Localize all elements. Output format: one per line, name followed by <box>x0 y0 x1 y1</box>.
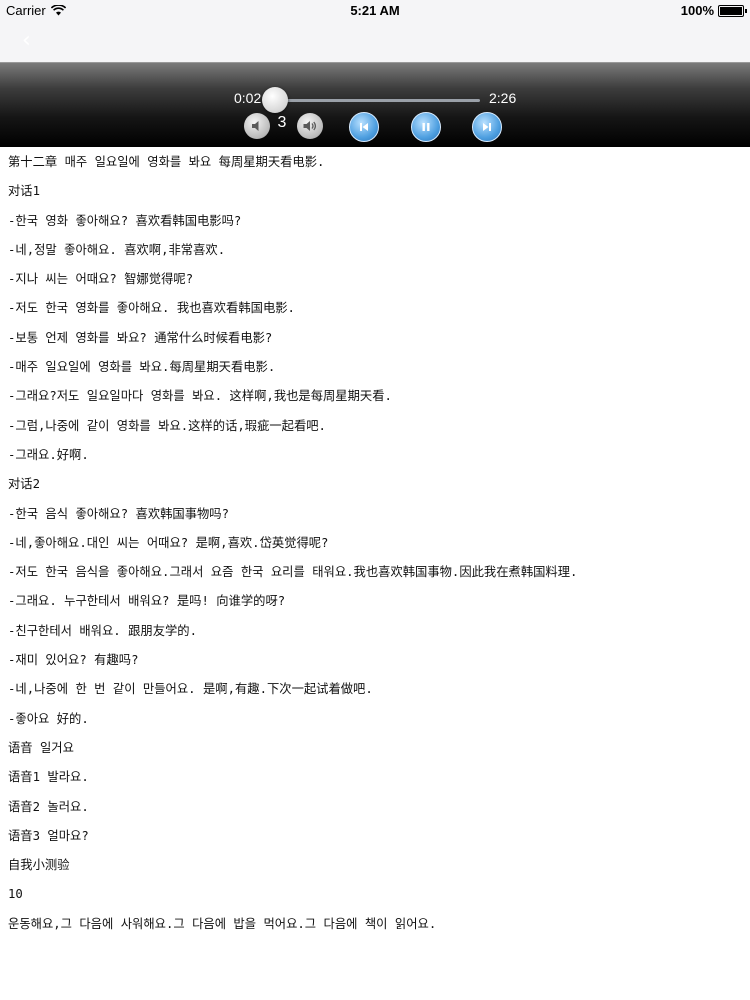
lesson-line: -네,나중에 한 번 같이 만들어요. 是啊,有趣.下次一起试着做吧. <box>8 682 373 697</box>
lesson-line: -친구한테서 배워요. 跟朋友学的. <box>8 623 198 638</box>
clock: 5:21 AM <box>350 3 400 18</box>
lesson-line: 운동해요,그 다음에 사워해요.그 다음에 밥을 먹어요.그 다음에 책이 읽어… <box>8 916 437 931</box>
elapsed-time: 0:02 <box>234 90 262 106</box>
pause-button[interactable] <box>411 112 441 142</box>
lesson-line: -지나 씨는 어때요? 智娜觉得呢? <box>8 272 194 287</box>
lesson-line: -매주 일요일에 영화를 봐요.每周星期天看电影. <box>8 360 276 375</box>
lesson-text: 第十二章 매주 일요일에 영화를 봐요 每周星期天看电影. 对话1 -한국 영화… <box>8 146 742 939</box>
back-button[interactable]: ‹ <box>22 28 31 53</box>
lesson-line: 语音1 발라요. <box>8 770 89 785</box>
navigation-bar: ‹ <box>0 22 750 62</box>
lesson-line: -네,좋아해요.대인 씨는 어때요? 是啊,喜欢.岱英觉得呢? <box>8 535 329 550</box>
battery-icon <box>718 4 747 17</box>
lesson-line: 语音2 놀러요. <box>8 799 89 814</box>
audio-player: 0:02 2:26 3 <box>0 62 750 147</box>
status-bar: Carrier 5:21 AM 100% <box>0 0 750 22</box>
volume-up-button[interactable] <box>297 113 323 139</box>
lesson-line: -저도 한국 영화를 좋아해요. 我也喜欢看韩国电影. <box>8 301 295 316</box>
battery-fill <box>720 6 742 15</box>
lesson-line: 自我小测验 <box>8 858 70 873</box>
lesson-line: -네,정말 좋아해요. 喜欢啊,非常喜欢. <box>8 242 226 257</box>
lesson-line: -재미 있어요? 有趣吗? <box>8 653 139 668</box>
volume-down-button[interactable] <box>244 113 270 139</box>
lesson-line: 语音3 얼마요? <box>8 828 89 843</box>
lesson-line: 第十二章 매주 일요일에 영화를 봐요 每周星期天看电影. <box>8 155 325 169</box>
skip-back-icon <box>360 123 368 131</box>
speaker-high-icon <box>303 121 317 131</box>
lesson-line: -한국 영화 좋아해요? 喜欢看韩国电影吗? <box>8 213 242 228</box>
battery-percentage: 100% <box>680 3 714 18</box>
pause-icon <box>422 123 430 131</box>
lesson-line: 对话1 <box>8 184 40 199</box>
lesson-line: -저도 한국 음식을 좋아해요.그래서 요즘 한국 요리를 태워요.我也喜欢韩国… <box>8 565 578 580</box>
lesson-line: 语音 일거요 <box>8 740 74 755</box>
lesson-line: -그럼,나중에 같이 영화를 봐요.这样的话,瑕疵一起看吧. <box>8 418 326 433</box>
speaker-low-icon <box>252 121 259 131</box>
total-duration: 2:26 <box>489 90 517 106</box>
lesson-line: 10 <box>8 887 23 902</box>
lesson-line: -그래요?저도 일요일마다 영화를 봐요. 这样啊,我也是每周星期天看. <box>8 389 392 404</box>
lesson-line: -한국 음식 좋아해요? 喜欢韩国事物吗? <box>8 506 230 521</box>
progress-slider-thumb[interactable] <box>261 87 288 113</box>
lesson-line: -그래요. 누구한테서 배워요? 是吗! 向谁学的呀? <box>8 594 286 609</box>
lesson-line: -좋아요 好的. <box>8 711 89 726</box>
battery-status: 100% <box>680 3 747 18</box>
lesson-line: -그래요.好啊. <box>8 447 89 462</box>
lesson-line: -보통 언제 영화를 봐요? 通常什么时候看电影? <box>8 330 273 345</box>
previous-track-button[interactable] <box>349 112 379 142</box>
progress-track[interactable] <box>272 99 480 102</box>
next-track-button[interactable] <box>472 112 502 142</box>
lesson-line: 对话2 <box>8 477 40 492</box>
skip-forward-icon <box>483 123 491 131</box>
volume-level: 3 <box>277 114 287 131</box>
